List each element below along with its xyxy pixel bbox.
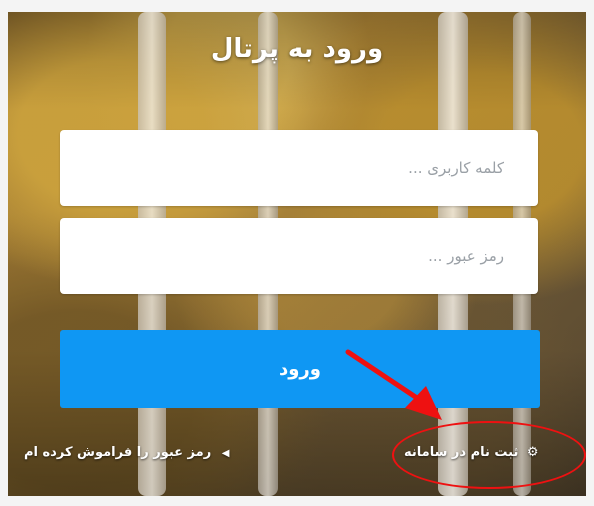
- annotation-arrow: [345, 349, 442, 420]
